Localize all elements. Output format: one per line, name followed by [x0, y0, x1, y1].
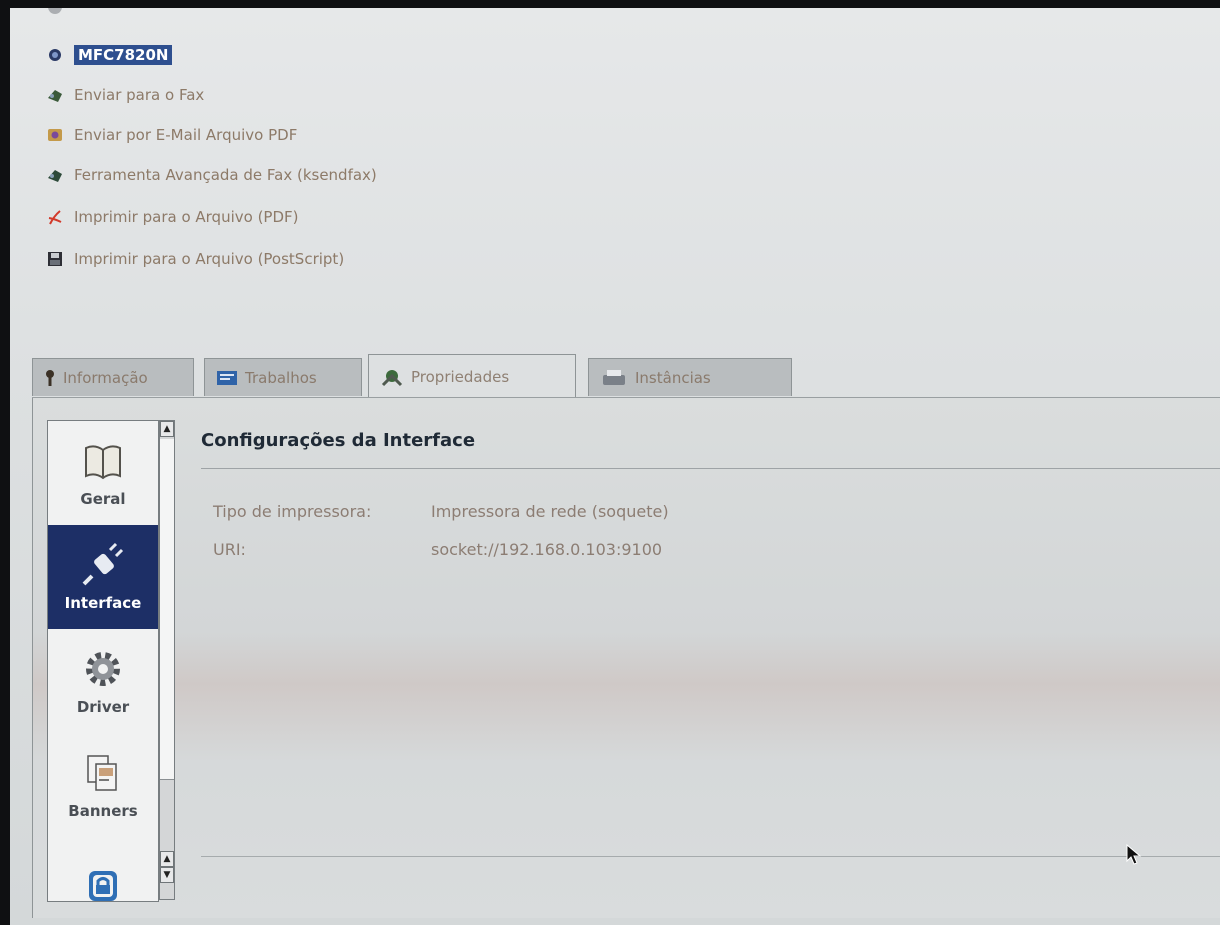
- list-item-label: Enviar para o Fax: [74, 86, 205, 104]
- scroll-up-icon[interactable]: ▲: [160, 851, 174, 867]
- properties-sidebar: Geral Interface Driver Banners: [47, 420, 159, 902]
- properties-panel: Geral Interface Driver Banners ▲ ▲ ▼ Con…: [32, 398, 1220, 918]
- sidebar-scrollbar[interactable]: ▲ ▲ ▼: [159, 420, 175, 900]
- tab-label: Instâncias: [635, 368, 711, 387]
- printer-type-label: Tipo de impressora:: [213, 502, 372, 521]
- pages-icon: [87, 755, 117, 791]
- list-item-fax-tool[interactable]: Ferramenta Avançada de Fax (ksendfax): [46, 162, 377, 188]
- scroll-up-icon[interactable]: ▲: [160, 421, 174, 437]
- tab-propriedades[interactable]: Propriedades: [368, 354, 576, 398]
- book-icon: [85, 445, 121, 480]
- scroll-down-icon[interactable]: ▼: [160, 867, 174, 883]
- fax-tool-icon: [48, 170, 62, 182]
- sidebar-item-label: Geral: [80, 490, 126, 508]
- sidebar-item-interface[interactable]: Interface: [48, 525, 158, 629]
- section-title: Configurações da Interface: [201, 430, 476, 451]
- sidebar-item-geral[interactable]: Geral: [48, 421, 158, 525]
- gear-icon: [86, 652, 120, 686]
- tab-label: Informação: [63, 368, 148, 387]
- list-item-label: Imprimir para o Arquivo (PDF): [74, 208, 299, 226]
- printer-icon: [49, 49, 61, 61]
- list-item-partial[interactable]: [46, 8, 64, 20]
- tab-informacao[interactable]: Informação: [32, 358, 194, 396]
- email-pdf-icon: [48, 129, 62, 141]
- tab-label: Trabalhos: [245, 368, 317, 387]
- uri-label: URI:: [213, 540, 246, 559]
- list-item-print-postscript[interactable]: Imprimir para o Arquivo (PostScript): [46, 246, 344, 272]
- sidebar-item-label: Driver: [76, 698, 130, 716]
- tab-instancias[interactable]: Instâncias: [588, 358, 792, 396]
- list-item-send-fax[interactable]: Enviar para o Fax: [46, 82, 204, 108]
- floppy-disk-icon: [48, 252, 62, 266]
- section-divider: [201, 468, 1220, 469]
- sidebar-item-label: Banners: [68, 802, 138, 820]
- pdf-icon: [48, 210, 62, 225]
- plug-icon: [82, 542, 124, 586]
- sidebar-item-label: Interface: [64, 594, 142, 612]
- list-item-email-pdf[interactable]: Enviar por E-Mail Arquivo PDF: [46, 122, 297, 148]
- tab-label: Propriedades: [411, 367, 510, 386]
- lock-icon: [89, 871, 117, 901]
- instances-icon: [603, 369, 625, 385]
- scrollbar-thumb[interactable]: [160, 439, 174, 780]
- screen: MFC7820N Enviar para o Fax Enviar por E-…: [10, 8, 1220, 925]
- tab-bar: Informação Trabalhos Propriedades Instân…: [32, 354, 1220, 398]
- info-icon: [46, 369, 54, 386]
- printer-type-value: Impressora de rede (soquete): [431, 502, 669, 521]
- printer-icon: [48, 8, 62, 14]
- list-item-printer-mfc7820n[interactable]: MFC7820N: [46, 42, 173, 68]
- list-item-label: MFC7820N: [74, 45, 173, 65]
- list-item-print-pdf[interactable]: Imprimir para o Arquivo (PDF): [46, 204, 299, 230]
- list-item-label: Imprimir para o Arquivo (PostScript): [74, 250, 345, 268]
- content-divider: [201, 856, 1220, 857]
- list-item-label: Enviar por E-Mail Arquivo PDF: [74, 126, 298, 144]
- printer-list: MFC7820N Enviar para o Fax Enviar por E-…: [10, 8, 1220, 338]
- jobs-icon: [217, 370, 237, 385]
- sidebar-item-banners[interactable]: Banners: [48, 733, 158, 837]
- fax-icon: [48, 90, 62, 102]
- sidebar-item-security[interactable]: [48, 837, 158, 901]
- mouse-cursor-icon: [1126, 844, 1142, 865]
- sidebar-item-driver[interactable]: Driver: [48, 629, 158, 733]
- tab-trabalhos[interactable]: Trabalhos: [204, 358, 362, 396]
- properties-icon: [381, 369, 403, 386]
- uri-value: socket://192.168.0.103:9100: [431, 540, 663, 559]
- list-item-label: Ferramenta Avançada de Fax (ksendfax): [74, 166, 377, 184]
